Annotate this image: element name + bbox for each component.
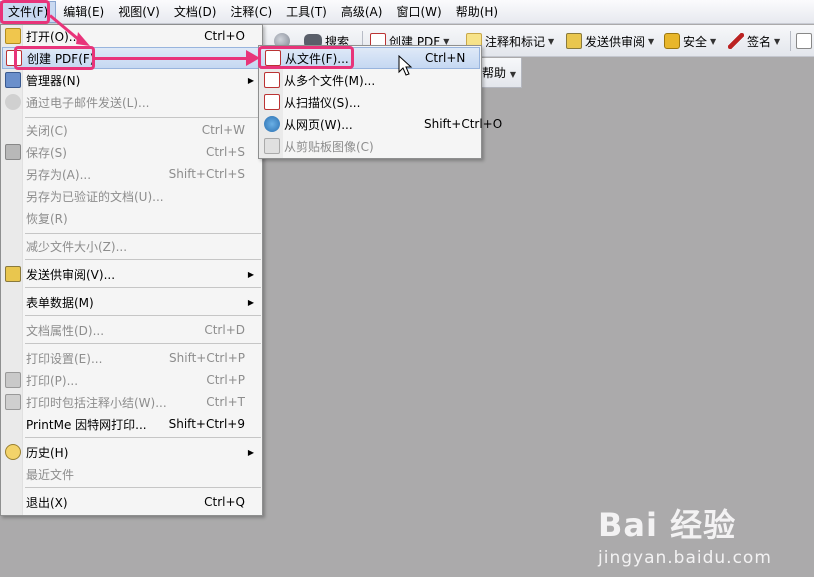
toolbar-separator xyxy=(790,31,791,51)
pen-icon xyxy=(728,33,744,49)
send-review-icon xyxy=(5,266,21,282)
menu-item-exit[interactable]: 退出(X) Ctrl+Q xyxy=(2,491,262,513)
toolbar-more-button[interactable] xyxy=(796,30,812,52)
submenu-item-from-multiple[interactable]: 从多个文件(M)... xyxy=(260,69,480,91)
menu-separator xyxy=(25,487,261,488)
menu-item-print-summary[interactable]: 打印时包括注释小结(W)... Ctrl+T xyxy=(2,391,262,413)
chevron-right-icon: ▶ xyxy=(247,297,254,307)
menu-item-send-review[interactable]: 发送供审阅(V)... ▶ xyxy=(2,263,262,285)
menu-separator xyxy=(25,259,261,260)
lock-icon xyxy=(664,33,680,49)
annotation-arrow xyxy=(95,57,255,60)
menu-item-save[interactable]: 保存(S) Ctrl+S xyxy=(2,141,262,163)
menu-item-history[interactable]: 历史(H) ▶ xyxy=(2,441,262,463)
send-review-icon xyxy=(566,33,582,49)
chevron-down-icon: ▼ xyxy=(648,36,655,46)
menu-separator xyxy=(25,287,261,288)
toolbar-help-strip[interactable]: 帮助 ▼ xyxy=(480,58,522,88)
menu-item-properties[interactable]: 文档属性(D)... Ctrl+D xyxy=(2,319,262,341)
toolbar-send-review-label: 发送供审阅 xyxy=(585,34,646,49)
menu-bar: 文件(F) 编辑(E) 视图(V) 文档(D) 注释(C) 工具(T) 高级(A… xyxy=(0,0,814,24)
menu-item-organizer[interactable]: 管理器(N) ▶ xyxy=(2,69,262,91)
menu-advanced[interactable]: 高级(A) xyxy=(334,1,390,23)
menu-item-form-data[interactable]: 表单数据(M) ▶ xyxy=(2,291,262,313)
menu-item-reduce-size[interactable]: 减少文件大小(Z)... xyxy=(2,235,262,257)
chevron-right-icon: ▶ xyxy=(247,269,254,279)
chevron-right-icon: ▶ xyxy=(247,447,254,457)
menu-view[interactable]: 视图(V) xyxy=(111,1,167,23)
annotation-box-from-file xyxy=(258,46,354,69)
email-icon xyxy=(5,94,21,110)
mouse-cursor-icon xyxy=(398,55,413,76)
chevron-down-icon: ▼ xyxy=(548,36,555,46)
menu-item-printme[interactable]: PrintMe 因特网打印... Shift+Ctrl+9 xyxy=(2,413,262,435)
menu-separator xyxy=(25,437,261,438)
menu-help[interactable]: 帮助(H) xyxy=(449,1,505,23)
chevron-down-icon: ▼ xyxy=(774,36,781,46)
menu-tools[interactable]: 工具(T) xyxy=(279,1,334,23)
menu-item-revert[interactable]: 恢复(R) xyxy=(2,207,262,229)
watermark: Bai 经验 jingyan.baidu.com xyxy=(598,500,772,568)
menu-item-save-certified[interactable]: 另存为已验证的文档(U)... xyxy=(2,185,262,207)
toolbar-security-button[interactable]: 安全 ▼ xyxy=(664,30,716,52)
menu-separator xyxy=(25,315,261,316)
menu-item-save-as[interactable]: 另存为(A)... Shift+Ctrl+S xyxy=(2,163,262,185)
toolbar-help-label: 帮助 xyxy=(482,66,507,80)
menu-separator xyxy=(25,233,261,234)
history-clock-icon xyxy=(5,444,21,460)
comment-summary-icon xyxy=(5,394,21,410)
scanner-icon xyxy=(264,94,280,110)
organizer-icon xyxy=(5,72,21,88)
open-folder-icon xyxy=(5,28,21,44)
menu-item-close[interactable]: 关闭(C) Ctrl+W xyxy=(2,119,262,141)
file-menu: 打开(O)... Ctrl+O 创建 PDF(F) ▶ 管理器(N) ▶ 通过电… xyxy=(0,24,263,516)
menu-item-print[interactable]: 打印(P)... Ctrl+P xyxy=(2,369,262,391)
annotation-box-file xyxy=(0,0,50,24)
annotation-box-create-pdf xyxy=(14,46,95,70)
arrowhead-icon xyxy=(246,50,260,66)
pdf-files-icon xyxy=(264,72,280,88)
clipboard-icon xyxy=(264,138,280,154)
arrowhead-icon xyxy=(76,32,90,46)
menu-item-email[interactable]: 通过电子邮件发送(L)... xyxy=(2,91,262,113)
menu-item-open[interactable]: 打开(O)... Ctrl+O xyxy=(2,25,262,47)
toolbar-security-label: 安全 xyxy=(683,34,708,49)
document-icon xyxy=(796,33,812,49)
menu-comments[interactable]: 注释(C) xyxy=(223,1,279,23)
menu-separator xyxy=(25,117,261,118)
watermark-brand: Bai 经验 xyxy=(598,506,737,544)
menu-window[interactable]: 窗口(W) xyxy=(389,1,448,23)
chevron-right-icon: ▶ xyxy=(247,75,254,85)
toolbar-send-review-button[interactable]: 发送供审阅 ▼ xyxy=(566,30,654,52)
menu-item-print-setup[interactable]: 打印设置(E)... Shift+Ctrl+P xyxy=(2,347,262,369)
menu-item-recent[interactable]: 最近文件 xyxy=(2,463,262,485)
toolbar-sign-button[interactable]: 签名 ▼ xyxy=(728,30,780,52)
printer-icon xyxy=(5,372,21,388)
watermark-url: jingyan.baidu.com xyxy=(598,548,772,568)
submenu-item-from-scanner[interactable]: 从扫描仪(S)... xyxy=(260,91,480,113)
menu-edit[interactable]: 编辑(E) xyxy=(56,1,111,23)
chevron-down-icon: ▼ xyxy=(710,36,717,46)
toolbar-comment-label: 注释和标记 xyxy=(485,34,546,49)
chevron-down-icon: ▼ xyxy=(509,70,516,79)
submenu-item-from-clipboard[interactable]: 从剪贴板图像(C) xyxy=(260,135,480,157)
save-icon xyxy=(5,144,21,160)
menu-separator xyxy=(25,343,261,344)
menu-document[interactable]: 文档(D) xyxy=(167,1,224,23)
submenu-item-from-web[interactable]: 从网页(W)... Shift+Ctrl+O xyxy=(260,113,502,135)
toolbar-sign-label: 签名 xyxy=(747,34,772,49)
web-page-icon xyxy=(264,116,280,132)
